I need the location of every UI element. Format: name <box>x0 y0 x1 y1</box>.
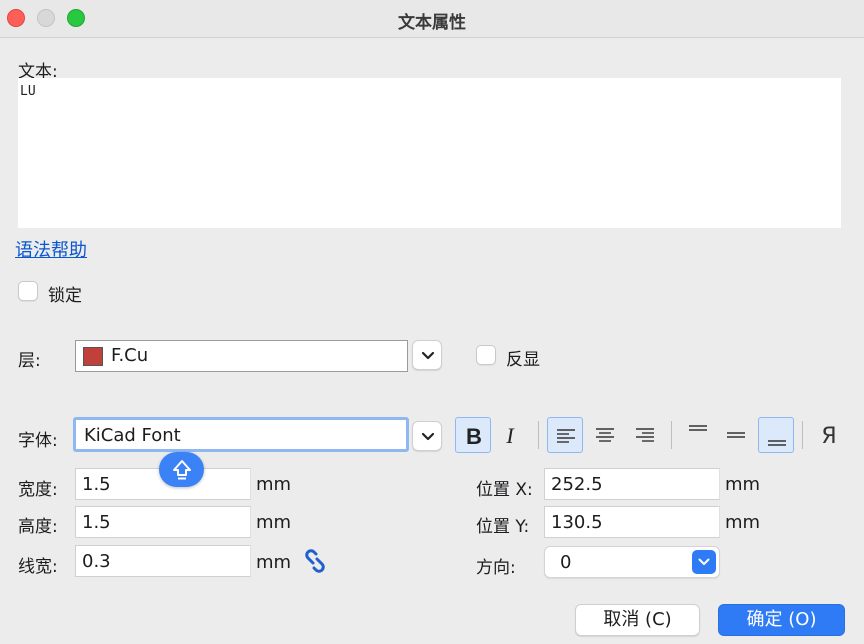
layer-label: 层: <box>18 351 41 371</box>
valign-bottom-icon <box>768 440 786 446</box>
thickness-unit: mm <box>256 552 292 573</box>
toolbar-separator <box>538 421 539 449</box>
layer-color-swatch <box>83 347 103 366</box>
position-x-label: 位置 X: <box>476 480 533 500</box>
mirror-checkbox[interactable] <box>476 345 496 365</box>
valign-bottom-button[interactable] <box>758 417 794 453</box>
link-icon[interactable] <box>302 548 328 574</box>
align-right-button[interactable] <box>627 417 663 453</box>
valign-top-icon <box>689 425 707 431</box>
svg-text:Я: Я <box>821 424 836 449</box>
lock-label: 锁定 <box>48 286 82 306</box>
mirror-glyph-icon: Я <box>821 424 836 449</box>
font-label: 字体: <box>18 431 58 451</box>
align-right-icon <box>636 428 654 442</box>
caps-lock-indicator <box>159 452 204 487</box>
valign-center-icon <box>727 432 745 438</box>
lock-checkbox[interactable] <box>18 281 38 301</box>
svg-text:I: I <box>505 423 515 448</box>
align-left-icon <box>557 429 575 443</box>
window-title: 文本属性 <box>398 13 466 33</box>
title-bar: 文本属性 <box>0 0 864 38</box>
align-center-button[interactable] <box>587 417 623 453</box>
position-x-input[interactable]: 252.5 <box>544 468 720 500</box>
font-combo-input[interactable]: KiCad Font <box>73 417 409 452</box>
syntax-help-link[interactable]: 语法帮助 <box>15 236 87 262</box>
orientation-dropdown-arrow[interactable] <box>692 550 716 574</box>
thickness-input[interactable]: 0.3 <box>75 545 251 577</box>
italic-icon: I <box>505 423 515 448</box>
thickness-label: 线宽: <box>18 557 58 577</box>
bold-icon: B <box>466 424 482 449</box>
layer-value: F.Cu <box>111 345 149 366</box>
orientation-label: 方向: <box>476 558 516 578</box>
chevron-down-icon <box>421 351 435 360</box>
toolbar-separator <box>802 421 803 449</box>
position-y-input[interactable]: 130.5 <box>544 506 720 538</box>
mirror-text-button[interactable]: Я <box>811 417 847 453</box>
layer-combo[interactable]: F.Cu <box>75 340 408 372</box>
orientation-select[interactable]: 0 <box>544 546 720 578</box>
width-label: 宽度: <box>18 480 58 500</box>
valign-top-button[interactable] <box>680 417 716 453</box>
valign-center-button[interactable] <box>718 417 754 453</box>
align-center-icon <box>596 428 614 442</box>
layer-dropdown-button[interactable] <box>412 340 442 370</box>
align-left-button[interactable] <box>547 417 583 453</box>
chevron-down-icon <box>421 432 435 441</box>
cancel-button[interactable]: 取消 (C) <box>575 604 700 636</box>
caps-lock-icon <box>173 460 191 480</box>
width-unit: mm <box>256 474 292 495</box>
position-x-unit: mm <box>725 474 761 495</box>
svg-text:B: B <box>466 424 482 449</box>
chevron-down-icon <box>698 558 710 565</box>
orientation-value: 0 <box>560 552 572 573</box>
text-input[interactable]: LU <box>18 78 841 228</box>
font-dropdown-button[interactable] <box>412 421 442 451</box>
mirror-label: 反显 <box>506 350 540 370</box>
italic-button[interactable]: I <box>492 417 528 453</box>
height-input[interactable]: 1.5 <box>75 506 251 538</box>
height-label: 高度: <box>18 517 58 537</box>
position-y-label: 位置 Y: <box>476 517 530 537</box>
ok-button[interactable]: 确定 (O) <box>718 604 845 636</box>
toolbar-separator <box>671 421 672 449</box>
bold-button[interactable]: B <box>455 417 491 453</box>
position-y-unit: mm <box>725 512 761 533</box>
height-unit: mm <box>256 512 292 533</box>
